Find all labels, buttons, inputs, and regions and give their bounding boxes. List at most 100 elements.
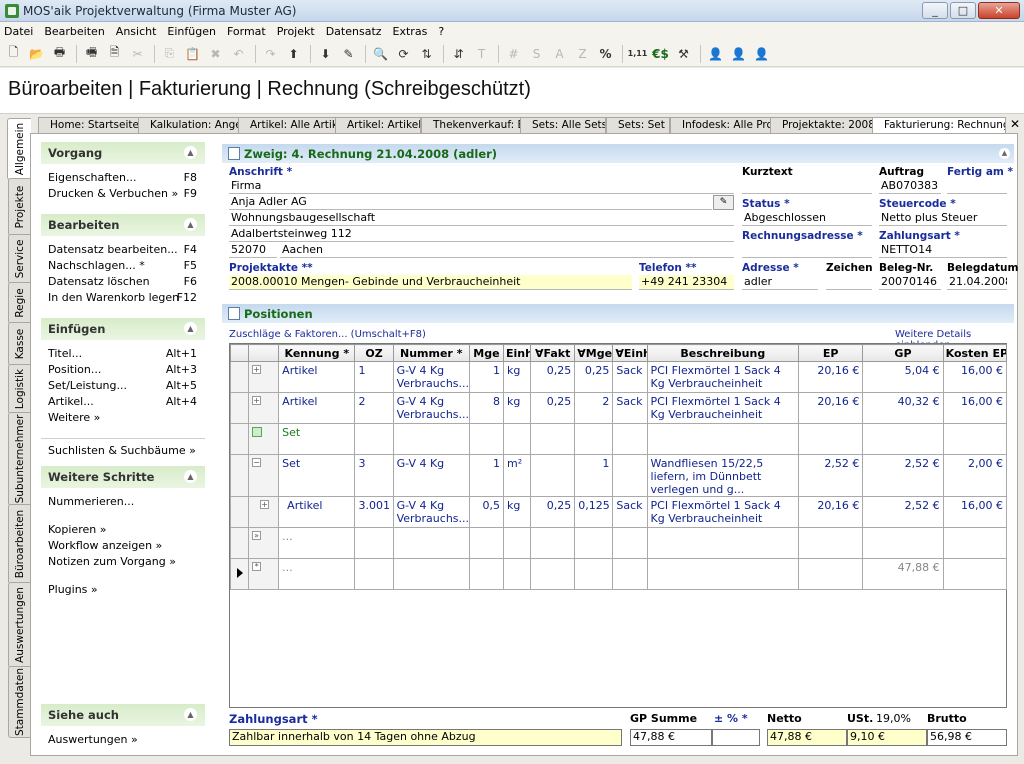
- doctab-kalkulation[interactable]: Kalkulation: Angeb: [138, 117, 242, 134]
- sort-desc-icon[interactable]: ⇵: [448, 43, 469, 64]
- edit-icon[interactable]: ✎: [338, 43, 359, 64]
- cell-kennung[interactable]: Artikel: [278, 392, 356, 424]
- cell-gp[interactable]: 5,04 €: [862, 361, 944, 393]
- col-mge[interactable]: Mge: [468, 344, 505, 362]
- vtab-subunternehmer[interactable]: Subunternehmer: [8, 412, 30, 506]
- plz-field[interactable]: 52070: [229, 243, 277, 258]
- cell-vmge[interactable]: [574, 558, 614, 590]
- cell-einh[interactable]: kg: [502, 392, 532, 424]
- move-down-icon[interactable]: ⬇: [315, 43, 336, 64]
- row-indicator[interactable]: [229, 423, 250, 455]
- auftrag-field[interactable]: AB070383: [879, 179, 941, 194]
- cell-gp[interactable]: 2,52 €: [862, 454, 944, 497]
- hash-icon[interactable]: #: [503, 43, 524, 64]
- cell-ep[interactable]: [798, 527, 864, 559]
- col-vmge[interactable]: ∀Mge: [574, 344, 614, 362]
- menu-einfuegen[interactable]: Einfügen: [167, 25, 216, 38]
- vtab-regie[interactable]: Regie: [8, 282, 30, 324]
- cell-kennung[interactable]: ...: [278, 527, 356, 559]
- row-indicator[interactable]: [229, 361, 250, 393]
- currency-icon[interactable]: €$: [650, 43, 671, 64]
- cell-oz[interactable]: 3.001: [354, 496, 394, 528]
- cell-ep[interactable]: [798, 558, 864, 590]
- expand-cell[interactable]: +: [248, 392, 280, 424]
- expand-row-icon[interactable]: +: [260, 500, 270, 509]
- vtab-bueroarbeiten[interactable]: Büroarbeiten: [8, 504, 30, 584]
- percent-icon[interactable]: %: [595, 43, 616, 64]
- cell-kosten-ep[interactable]: 2,00 €: [942, 454, 1008, 497]
- steuercode-field[interactable]: Netto plus Steuer: [879, 211, 1007, 226]
- row-marker-icon[interactable]: *: [252, 562, 262, 571]
- vtab-kasse[interactable]: Kasse: [8, 322, 30, 366]
- move-up-icon[interactable]: ⬆: [283, 43, 304, 64]
- netto-field[interactable]: 47,88 €: [767, 729, 847, 746]
- task-warenkorb[interactable]: In den Warenkorb legen F12: [41, 290, 205, 306]
- section-bearbeiten-header[interactable]: Bearbeiten ▲: [41, 214, 205, 236]
- col-einh[interactable]: Einh: [502, 344, 532, 362]
- cell-kosten-ep[interactable]: [942, 423, 1008, 455]
- expand-row-icon[interactable]: +: [252, 396, 262, 405]
- user-blue-icon[interactable]: 👤: [705, 43, 726, 64]
- decimal-icon[interactable]: 1,11: [627, 43, 648, 64]
- cell-veinh[interactable]: [612, 423, 648, 455]
- zahlungsart-field[interactable]: Zahlbar innerhalb von 14 Tagen ohne Abzu…: [229, 729, 622, 746]
- redo-icon[interactable]: ↷: [260, 43, 281, 64]
- user-red-icon[interactable]: 👤: [751, 43, 772, 64]
- rechnungsadresse-field[interactable]: [742, 243, 872, 258]
- cell-ep[interactable]: 2,52 €: [798, 454, 864, 497]
- close-button[interactable]: ✕: [978, 2, 1020, 19]
- a-icon[interactable]: A: [549, 43, 570, 64]
- cell-einh[interactable]: [502, 527, 532, 559]
- sort-asc-icon[interactable]: ⇅: [416, 43, 437, 64]
- doctab-sets[interactable]: Sets: Set: [606, 117, 670, 134]
- menu-ansicht[interactable]: Ansicht: [116, 25, 157, 38]
- doctab-artikel-alle[interactable]: Artikel: Alle Artikel: [238, 117, 338, 134]
- col-nummer[interactable]: Nummer *: [392, 344, 470, 362]
- kurztext-field[interactable]: [742, 179, 872, 194]
- cell-ep[interactable]: [798, 423, 864, 455]
- cell-kosten-ep[interactable]: 16,00 €: [942, 496, 1008, 528]
- cell-mge[interactable]: [468, 527, 505, 559]
- print-preview-icon[interactable]: 🖷: [81, 43, 102, 64]
- menu-datensatz[interactable]: Datensatz: [326, 25, 382, 38]
- task-drucken[interactable]: Drucken & Verbuchen » F9: [41, 186, 205, 202]
- cell-einh[interactable]: kg: [502, 496, 532, 528]
- minimize-button[interactable]: _: [922, 2, 948, 19]
- paste-icon[interactable]: 📋: [182, 43, 203, 64]
- ust-field[interactable]: 9,10 €: [847, 729, 927, 746]
- collapse-row-icon[interactable]: −: [252, 458, 262, 467]
- vtab-allgemein[interactable]: Allgemein: [7, 118, 31, 180]
- cell-gp[interactable]: 40,32 €: [862, 392, 944, 424]
- col-vfakt[interactable]: ∀Fakt: [530, 344, 576, 362]
- task-datensatz-loeschen[interactable]: Datensatz löschen F6: [41, 274, 205, 290]
- menu-bearbeiten[interactable]: Bearbeiten: [44, 25, 104, 38]
- menu-datei[interactable]: Datei: [4, 25, 33, 38]
- expand-cell[interactable]: +: [248, 361, 280, 393]
- cell-mge[interactable]: 1: [468, 454, 505, 497]
- row-marker-icon[interactable]: »: [252, 531, 262, 540]
- cell-oz[interactable]: 2: [354, 392, 394, 424]
- copy-icon[interactable]: ⎘: [159, 43, 180, 64]
- cell-mge[interactable]: 0,5: [468, 496, 505, 528]
- task-eigenschaften[interactable]: Eigenschaften... F8: [41, 170, 205, 186]
- vtab-service[interactable]: Service: [8, 234, 30, 284]
- cell-einh[interactable]: kg: [502, 361, 532, 393]
- cell-veinh[interactable]: [612, 527, 648, 559]
- belegdatum-field[interactable]: 21.04.2008: [947, 275, 1007, 290]
- collapse-icon[interactable]: ▲: [184, 322, 197, 335]
- cell-kosten-ep[interactable]: 16,00 €: [942, 392, 1008, 424]
- anschrift-line-4[interactable]: Adalbertsteinweg 112: [229, 227, 734, 242]
- expand-cell[interactable]: −: [248, 454, 280, 497]
- cell-vfakt[interactable]: [530, 454, 576, 497]
- cell-vmge[interactable]: [574, 423, 614, 455]
- address-lookup-icon[interactable]: ✎: [713, 195, 734, 210]
- cell-oz[interactable]: [354, 423, 394, 455]
- cell-einh[interactable]: [502, 558, 532, 590]
- section-weitere-header[interactable]: Weitere Schritte ▲: [41, 466, 205, 488]
- cell-veinh[interactable]: Sack: [612, 496, 648, 528]
- cell-mge[interactable]: 1: [468, 361, 505, 393]
- table-row[interactable]: »...: [229, 527, 1008, 559]
- doctab-sets-alle[interactable]: Sets: Alle Sets: [520, 117, 606, 134]
- table-row[interactable]: + Artikel 1 G-V 4 Kg Verbrauchs... 1 kg 0,25 0,…: [229, 361, 1008, 393]
- cell-ep[interactable]: 20,16 €: [798, 392, 864, 424]
